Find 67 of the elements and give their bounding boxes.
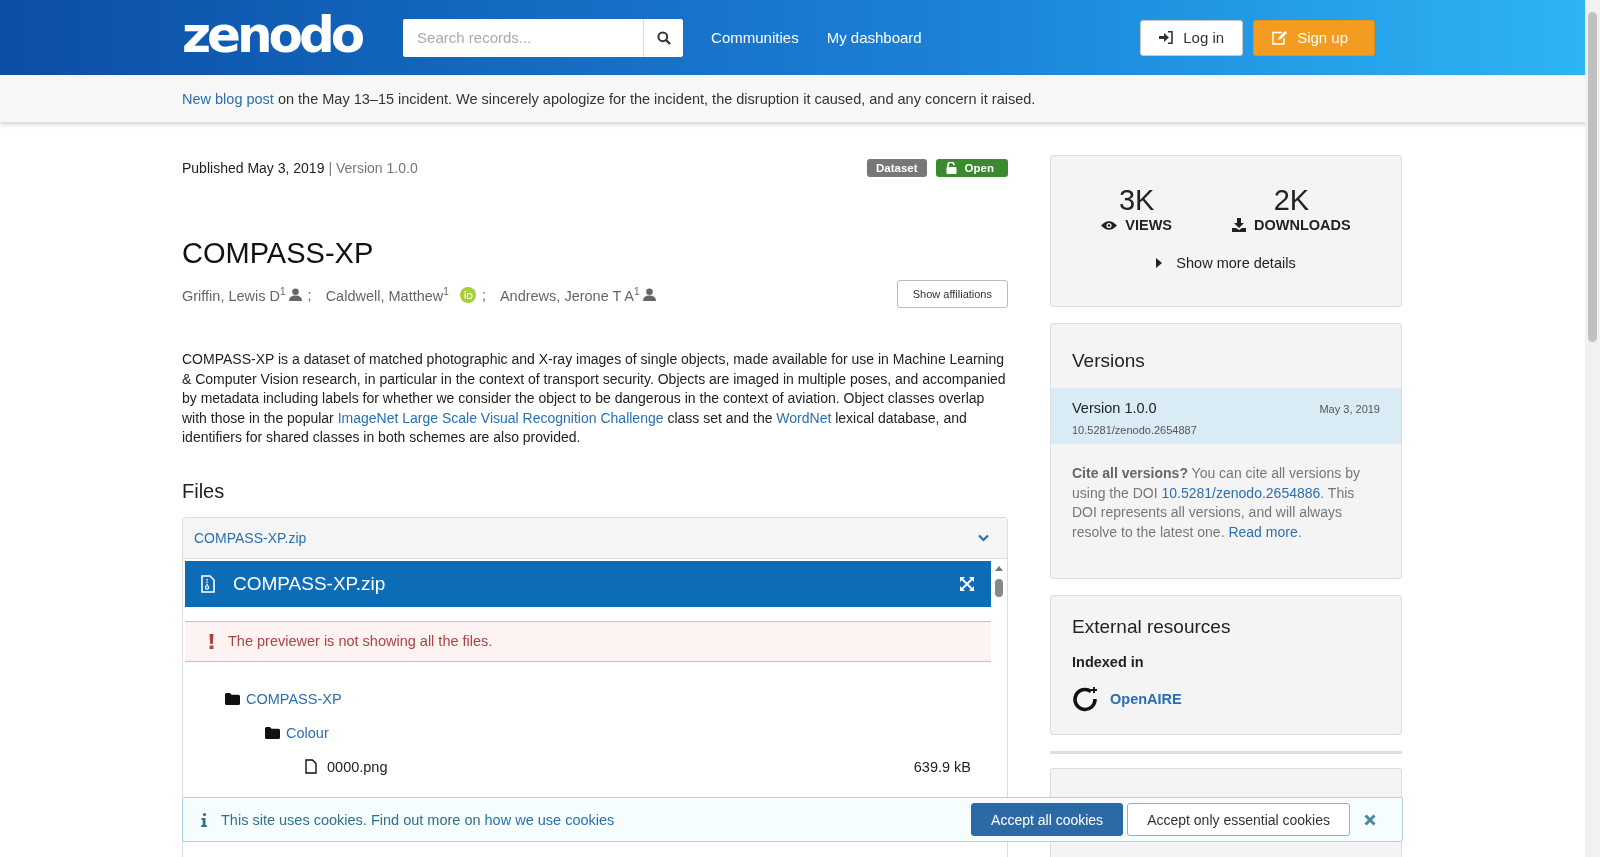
logo[interactable]: zenodo — [182, 9, 362, 60]
accept-essential-button[interactable]: Accept only essential cookies — [1127, 803, 1350, 836]
separator: ; — [307, 287, 312, 303]
sign-in-icon — [1159, 31, 1174, 44]
nav-link[interactable]: Communities — [711, 29, 799, 46]
file-icon — [305, 759, 317, 775]
show-more-details-toggle[interactable]: Show more details — [1051, 255, 1401, 271]
info-icon — [201, 812, 207, 827]
folder-link[interactable]: Colour — [286, 724, 329, 741]
publication-date: Published May 3, 2019 — [182, 160, 325, 176]
stat-label: VIEWS — [1125, 217, 1173, 233]
login-button[interactable]: Log in — [1140, 19, 1244, 56]
alert-text: The previewer is not showing all the files. — [228, 633, 493, 650]
link[interactable]: New blog post — [182, 90, 274, 107]
link[interactable]: Read more — [1228, 523, 1298, 540]
cookie-text: This site uses cookies. Find out more on how we use cookies — [221, 811, 615, 828]
ring-logo-icon — [1072, 686, 1098, 713]
scrollbar-track[interactable] — [1585, 0, 1600, 857]
link[interactable]: how we use cookies — [484, 811, 615, 828]
accept-all-button[interactable]: Accept all cookies — [971, 803, 1124, 836]
version-item[interactable]: Version 1.0.0 May 3, 2019 10.5281/zenodo.2654887 — [1051, 388, 1401, 444]
author-name[interactable]: Andrews, Jerone T A$^{1}$ — [499, 286, 640, 304]
nav-link[interactable]: My dashboard — [826, 29, 922, 46]
card-subheading: Indexed in — [1072, 654, 1145, 671]
folder-icon — [225, 692, 240, 705]
scroll-thumb[interactable] — [995, 578, 1003, 597]
resource-type-badge: Dataset — [867, 159, 927, 177]
search-button[interactable] — [643, 18, 684, 57]
link[interactable]: OpenAIRE — [1110, 691, 1182, 708]
record-title: COMPASS-XP — [182, 237, 375, 270]
close-icon[interactable] — [1364, 813, 1376, 826]
stat-value: 2K — [1273, 186, 1310, 215]
caret-icon — [1156, 258, 1163, 268]
notice-text: New blog post on the May 13–15 incident. We sincerely apologize for the incident, the disruption it caused, and any concern it raised. — [182, 90, 1036, 107]
card-heading: Versions — [1071, 349, 1146, 373]
cite-text: Cite all versions? You can cite all versions by using the DOI 10.5281/zenodo.2654886. This DOI represents all versions, and will always resolve to the latest one. Read more. — [1071, 464, 1361, 542]
author-name[interactable]: Griffin, Lewis D$^{1}$ — [182, 286, 286, 304]
separator: ; — [481, 287, 486, 303]
stat-label: DOWNLOADS — [1254, 217, 1351, 233]
file-name: 0000.png — [327, 758, 388, 775]
file-link[interactable]: COMPASS-XP.zip — [194, 529, 307, 546]
preview-title: COMPASS-XP.zip — [233, 572, 386, 595]
link[interactable]: ImageNet Large Scale Visual Recognition Challenge — [337, 409, 664, 426]
expand-icon[interactable] — [959, 575, 975, 592]
scroll-thumb[interactable] — [1588, 12, 1597, 342]
chevron-down-icon[interactable] — [978, 533, 989, 542]
card-heading: External resources — [1072, 616, 1232, 639]
show-affiliations-button[interactable]: Show affiliations — [896, 280, 1008, 308]
search-icon — [656, 30, 671, 45]
file-size: 639.9 kB — [913, 758, 971, 775]
version-label: | Version 1.0.0 — [328, 160, 418, 176]
download-icon — [1232, 218, 1247, 232]
folder-link[interactable]: COMPASS-XP — [246, 690, 342, 707]
eye-icon — [1101, 219, 1118, 231]
author-name[interactable]: Caldwell, Matthew$^{1}$ — [325, 286, 449, 304]
access-badge: Open — [935, 159, 1008, 177]
person-icon — [642, 288, 656, 302]
folder-icon — [265, 726, 280, 739]
stat-value: 3K — [1118, 186, 1155, 215]
zip-file-icon — [201, 574, 215, 593]
description: COMPASS-XP is a dataset of matched photographic and X-ray images of single objects, made available for use in Machine Learning & Computer Vision research, in particular in the context of transport security. Objects are imaged in multiple poses, and accompanied by metadata including labels for whether we consider the object to be dangerous in the context of aviation. Object classes overlap with those in the popular ImageNet Large Scale Visual Recognition Challenge class set and the WordNet lexical database, and identifiers for shared classes in both schemes are also provided. — [182, 350, 1007, 448]
section-heading: Files — [182, 479, 226, 503]
person-icon — [288, 288, 302, 302]
exclamation-icon — [209, 633, 214, 649]
link[interactable]: WordNet — [776, 409, 832, 426]
search-field[interactable]: Search records... — [403, 18, 684, 57]
edit-icon — [1272, 30, 1288, 45]
